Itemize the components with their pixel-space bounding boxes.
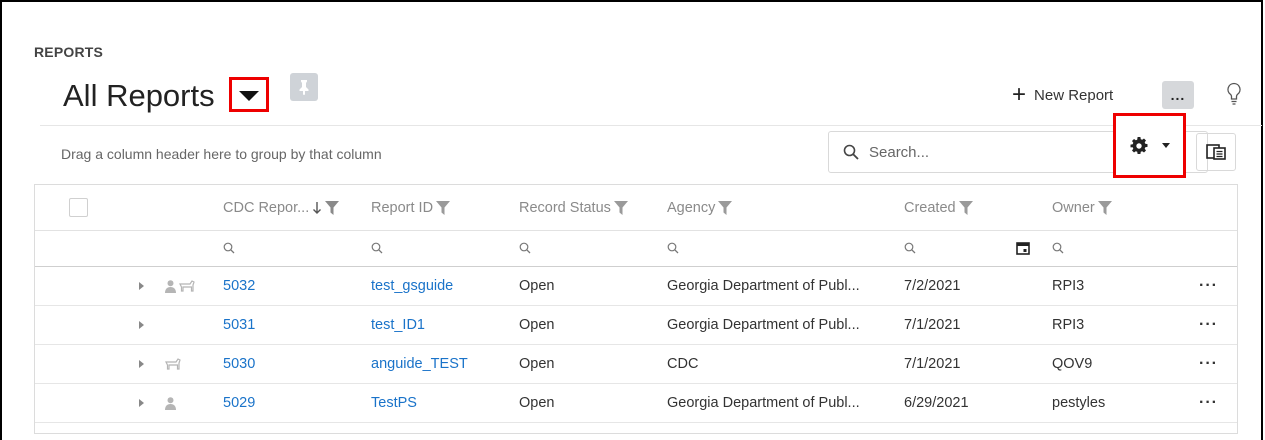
expand-row-button[interactable] [139,345,144,383]
column-header-report-id[interactable]: Report ID [371,185,451,230]
more-actions-button[interactable]: ... [1162,81,1194,109]
report-id-link[interactable]: test_gsguide [371,267,453,305]
filter-status-search-icon[interactable] [519,230,531,266]
owner: RPI3 [1052,317,1085,333]
column-header-label: Agency [667,199,716,216]
cdc-report-link[interactable]: 5029 [223,384,255,422]
row-menu-button[interactable]: ··· [1199,267,1218,305]
table-row[interactable]: 5030 anguide_TEST Open CDC 7/1/2021 QOV9… [35,345,1237,384]
created-date: 7/1/2021 [904,317,961,333]
search-input[interactable] [867,142,1091,162]
agency: CDC [667,356,699,372]
page-title: All Reports [63,78,215,113]
column-header-cdc[interactable]: CDC Repor... [223,185,340,230]
filter-icon[interactable] [958,200,973,215]
table-row[interactable]: 5029 TestPS Open Georgia Department of P… [35,384,1237,423]
report-id-link[interactable]: test_ID1 [371,306,425,344]
gear-icon [1130,136,1147,154]
select-all-checkbox[interactable] [69,185,88,230]
filter-cdc-search-icon[interactable] [223,230,235,266]
filter-icon[interactable] [613,200,628,215]
filter-icon[interactable] [436,200,451,215]
created-date: 6/29/2021 [904,395,969,411]
cdc-report-link[interactable]: 5031 [223,306,255,344]
pin-button[interactable] [290,73,318,101]
agency: Georgia Department of Publ... [667,278,860,294]
table-row[interactable]: 5032 test_gsguide Open Georgia Departmen… [35,267,1237,306]
filter-report-id-search-icon[interactable] [371,230,383,266]
owner: pestyles [1052,395,1106,411]
record-status: Open [519,356,555,372]
grid-filter-row [35,230,1237,267]
pin-icon [299,80,309,95]
column-header-label: CDC Repor... [223,199,310,216]
chevron-down-icon [1161,143,1170,148]
grid-header-row: CDC Repor... Report ID Record Status Age… [35,185,1237,231]
agency: Georgia Department of Publ... [667,395,860,411]
filter-agency-search-icon[interactable] [667,230,679,266]
filter-created-search-icon[interactable] [904,230,916,266]
agency: Georgia Department of Publ... [667,317,860,333]
column-header-owner[interactable]: Owner [1052,185,1112,230]
user-icon [165,384,176,422]
cdc-report-link[interactable]: 5032 [223,267,255,305]
filter-icon[interactable] [325,200,340,215]
new-report-button[interactable]: + New Report [1012,81,1114,108]
expand-row-button[interactable] [139,267,144,305]
report-id-link[interactable]: TestPS [371,384,417,422]
created-date: 7/1/2021 [904,356,961,372]
settings-menu-button[interactable] [1113,113,1186,178]
search-icon [843,144,859,160]
view-dropdown-button[interactable] [229,77,269,112]
record-status: Open [519,395,555,411]
owner: RPI3 [1052,278,1085,294]
column-header-label: Report ID [371,199,434,216]
sort-descending-icon [313,201,322,214]
expand-row-button[interactable] [139,384,144,422]
column-chooser-button[interactable] [1196,133,1236,171]
section-label: REPORTS [34,44,104,60]
column-chooser-icon [1206,144,1226,160]
filter-icon[interactable] [718,200,733,215]
owner: QOV9 [1052,356,1093,372]
column-header-label: Owner [1052,199,1095,216]
plus-icon: + [1012,81,1027,108]
caret-down-icon [239,90,259,101]
group-by-hint: Drag a column header here to group by th… [61,146,382,162]
column-header-created[interactable]: Created [904,185,973,230]
report-id-link[interactable]: anguide_TEST [371,345,468,383]
lightbulb-icon[interactable] [1226,82,1242,111]
column-header-record-status[interactable]: Record Status [519,185,628,230]
column-header-label: Created [904,199,956,216]
column-header-label: Record Status [519,199,611,216]
created-date: 7/2/2021 [904,278,961,294]
animal-icon [165,345,181,383]
cdc-report-link[interactable]: 5030 [223,345,255,383]
user-icon [165,267,176,305]
row-menu-button[interactable]: ··· [1199,384,1218,422]
table-row[interactable]: 5031 test_ID1 Open Georgia Department of… [35,306,1237,345]
column-header-agency[interactable]: Agency [667,185,733,230]
filter-owner-search-icon[interactable] [1052,230,1064,266]
new-report-label: New Report [1034,86,1114,104]
reports-grid: CDC Repor... Report ID Record Status Age… [34,184,1238,434]
filter-icon[interactable] [1097,200,1112,215]
calendar-icon[interactable] [1016,230,1030,266]
record-status: Open [519,278,555,294]
record-status: Open [519,317,555,333]
row-menu-button[interactable]: ··· [1199,345,1218,383]
animal-icon [179,267,195,305]
divider [40,125,1262,126]
row-menu-button[interactable]: ··· [1199,306,1218,344]
expand-row-button[interactable] [139,306,144,344]
